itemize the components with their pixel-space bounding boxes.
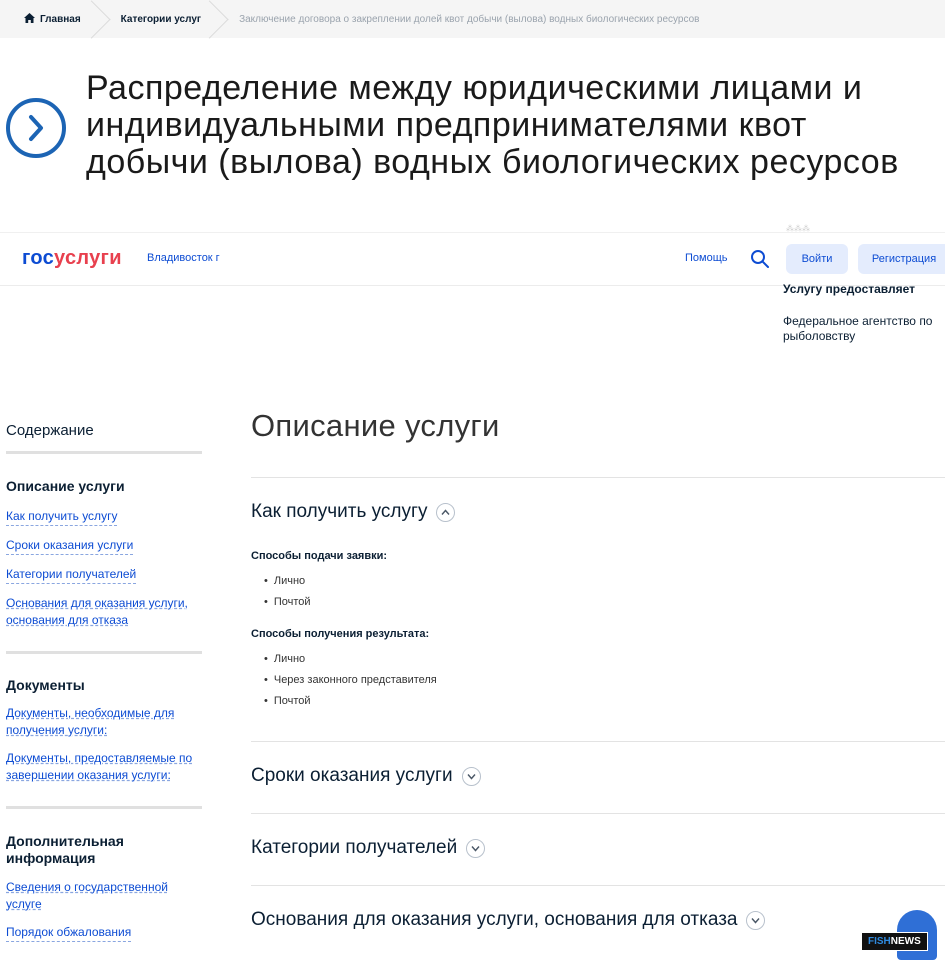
sidebar-link-grounds[interactable]: Основания для оказания услуги, основания…	[6, 595, 202, 629]
list-item: Почтой	[264, 592, 311, 613]
site-header: госуслуги Владивосток г Помощь Войти Рег…	[0, 232, 945, 286]
apply-methods-heading: Способы подачи заявки:	[251, 550, 388, 562]
chevron-down-icon[interactable]	[746, 910, 766, 930]
main-content: Описание услуги Как получить услугу Спос…	[251, 408, 945, 930]
sidebar-divider	[6, 806, 202, 809]
sidebar-section-additional: Дополнительная информация	[6, 833, 124, 866]
accordion-title: Категории получателей	[251, 837, 458, 858]
section-divider	[251, 813, 945, 814]
breadcrumb-home-label: Главная	[40, 13, 81, 25]
chevron-right-circle-icon	[6, 98, 66, 158]
accordion-how-to-get[interactable]: Как получить услугу	[251, 501, 456, 523]
sidebar-link-result-docs[interactable]: Документы, предоставляемые по завершении…	[6, 750, 202, 784]
sidebar-heading: Содержание	[6, 422, 202, 454]
logo-gos: гос	[22, 247, 55, 269]
breadcrumb-categories-label: Категории услуг	[120, 13, 202, 25]
page-title: Распределение между юридическими лицами …	[86, 69, 899, 181]
accordion-title: Сроки оказания услуги	[251, 765, 453, 786]
breadcrumb-current-label: Заключение договора о закреплении долей …	[239, 13, 700, 25]
help-link[interactable]: Помощь	[685, 252, 728, 264]
provider-title: Услугу предоставляет	[783, 282, 916, 296]
home-icon	[24, 12, 35, 26]
accordion-title: Основания для оказания услуги, основания…	[251, 909, 738, 930]
sidebar-link-required-docs[interactable]: Документы, необходимые для получения усл…	[6, 705, 202, 739]
list-item: Через законного представителя	[264, 670, 437, 691]
sidebar: Содержание Описание услуги Как получить …	[6, 422, 202, 942]
sidebar-link-categories[interactable]: Категории получателей	[6, 566, 137, 584]
register-button[interactable]: Регистрация	[858, 244, 945, 274]
sidebar-link-how-to-get[interactable]: Как получить услугу	[6, 508, 118, 526]
accordion-title: Как получить услугу	[251, 501, 428, 522]
result-methods-list: Лично Через законного представителя Почт…	[264, 649, 437, 712]
accordion-grounds[interactable]: Основания для оказания услуги, основания…	[251, 909, 766, 931]
list-item: Лично	[264, 649, 437, 670]
sidebar-link-terms[interactable]: Сроки оказания услуги	[6, 537, 134, 555]
logo-uslugi: услуги	[54, 247, 122, 269]
city-selector[interactable]: Владивосток г	[147, 252, 220, 264]
list-item: Лично	[264, 571, 311, 592]
search-icon[interactable]	[750, 249, 770, 274]
login-button[interactable]: Войти	[786, 244, 848, 274]
list-item: Почтой	[264, 691, 437, 712]
accordion-categories[interactable]: Категории получателей	[251, 837, 486, 859]
fishnews-watermark: FISHNEWS	[861, 932, 928, 951]
main-title: Описание услуги	[251, 408, 500, 443]
result-methods-heading: Способы получения результата:	[251, 628, 430, 640]
breadcrumb-home[interactable]: Главная	[0, 0, 99, 38]
chevron-down-icon[interactable]	[466, 838, 486, 858]
chevron-up-icon[interactable]	[436, 502, 456, 522]
accordion-terms[interactable]: Сроки оказания услуги	[251, 765, 481, 787]
apply-methods-list: Лично Почтой	[264, 571, 311, 613]
watermark-news: NEWS	[890, 936, 921, 947]
watermark-fish: FISH	[868, 936, 891, 947]
breadcrumb-current: Заключение договора о закреплении долей …	[217, 0, 717, 38]
breadcrumb: Главная Категории услуг Заключение догов…	[0, 0, 945, 38]
section-divider	[251, 477, 945, 478]
sidebar-link-service-info[interactable]: Сведения о государственной услуге	[6, 879, 202, 913]
section-divider	[251, 741, 945, 742]
sidebar-link-appeal[interactable]: Порядок обжалования	[6, 924, 132, 942]
section-divider	[251, 885, 945, 886]
chevron-down-icon[interactable]	[461, 766, 481, 786]
gosuslugi-logo[interactable]: госуслуги	[22, 247, 122, 270]
sidebar-divider	[6, 651, 202, 654]
sidebar-section-description: Описание услуги	[6, 478, 125, 494]
sidebar-section-documents: Документы	[6, 677, 85, 693]
provider-name: Федеральное агентство по рыболовству	[783, 314, 933, 343]
breadcrumb-categories[interactable]: Категории услуг	[99, 0, 217, 38]
